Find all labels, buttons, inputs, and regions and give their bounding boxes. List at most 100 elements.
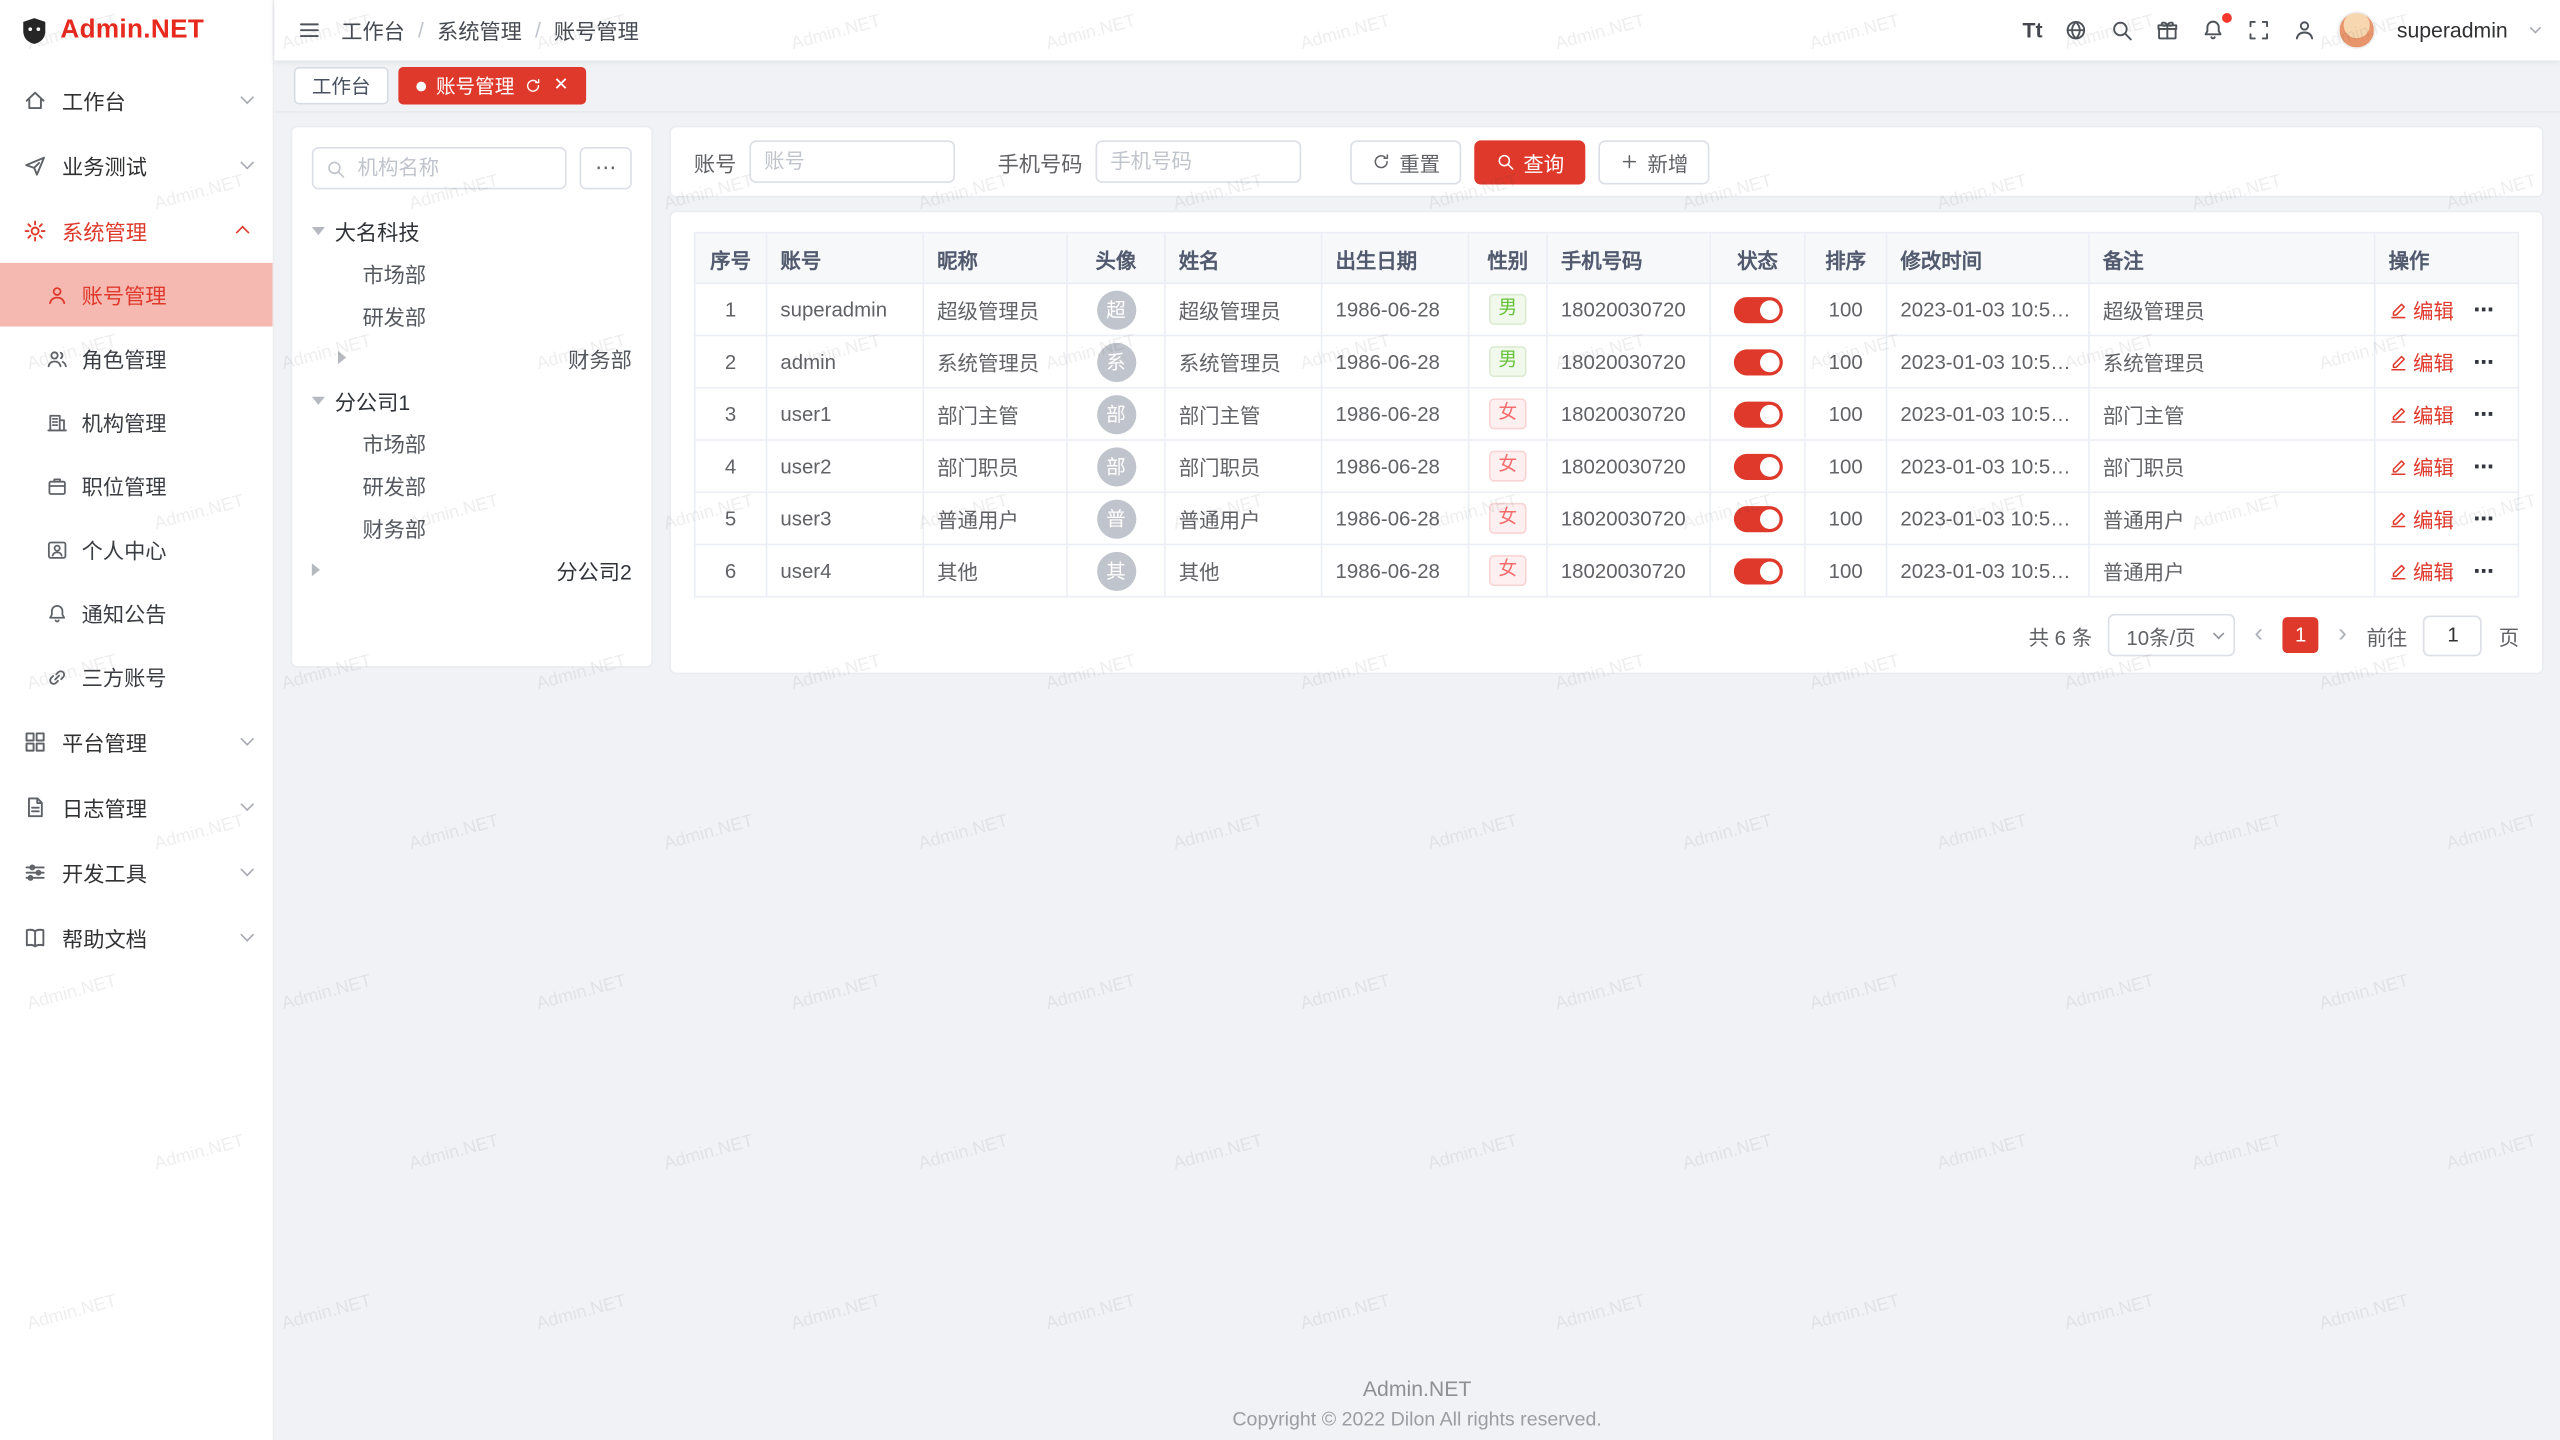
edit-button[interactable]: 编辑: [2389, 503, 2454, 534]
org-search-input[interactable]: [312, 147, 567, 189]
tree-node-3[interactable]: 财务部: [312, 336, 632, 378]
font-size-icon[interactable]: Tt: [2022, 18, 2042, 42]
chevron-down-icon: [2213, 627, 2225, 639]
tab-close-icon[interactable]: ✕: [554, 77, 569, 95]
status-toggle[interactable]: [1733, 505, 1782, 531]
sidebar-item-6[interactable]: 帮助文档: [0, 904, 273, 969]
org-more-button[interactable]: ⋯: [580, 147, 632, 189]
sidebar-subitem-2-2[interactable]: 机构管理: [0, 390, 273, 454]
status-toggle[interactable]: [1733, 296, 1782, 322]
edit-button[interactable]: 编辑: [2389, 294, 2454, 325]
caret-right-icon[interactable]: [312, 563, 547, 576]
search-button[interactable]: 查询: [1474, 140, 1585, 184]
sidebar-subitem-2-3[interactable]: 职位管理: [0, 454, 273, 518]
edit-button[interactable]: 编辑: [2389, 346, 2454, 377]
tree-node-7[interactable]: 财务部: [312, 506, 632, 548]
main-panel: 账号 手机号码 重置 查询 新增: [669, 126, 2543, 675]
notification-bell[interactable]: [2201, 18, 2225, 42]
page-1-button[interactable]: 1: [2283, 617, 2319, 653]
sidebar-item-5[interactable]: 开发工具: [0, 839, 273, 904]
sidebar-item-3[interactable]: 平台管理: [0, 709, 273, 774]
tree-node-4[interactable]: 分公司1: [312, 379, 632, 421]
sidebar-item-0[interactable]: 工作台: [0, 67, 273, 132]
sidebar-item-label: 日志管理: [62, 791, 147, 822]
more-actions-button[interactable]: ⋯: [2473, 402, 2495, 426]
theme-icon[interactable]: [2155, 18, 2179, 42]
fullscreen-icon[interactable]: [2247, 18, 2271, 42]
add-button[interactable]: 新增: [1598, 140, 1709, 184]
tree-node-8[interactable]: 分公司2: [312, 549, 632, 591]
breadcrumb-item-system[interactable]: 系统管理: [437, 15, 522, 46]
more-actions-button[interactable]: ⋯: [2473, 558, 2495, 582]
prev-page-button[interactable]: ‹: [2251, 622, 2266, 648]
profile-icon: [46, 538, 69, 561]
breadcrumb-item-workbench[interactable]: 工作台: [341, 15, 405, 46]
tab-refresh-icon[interactable]: [524, 77, 542, 95]
language-icon[interactable]: [2064, 18, 2088, 42]
gender-tag: 女: [1489, 398, 1527, 429]
sidebar-subitem-2-1[interactable]: 角色管理: [0, 327, 273, 391]
gender-tag: 女: [1489, 555, 1527, 586]
caret-right-icon[interactable]: [338, 351, 558, 364]
sidebar-subitem-2-6[interactable]: 三方账号: [0, 645, 273, 709]
sidebar-item-1[interactable]: 业务测试: [0, 132, 273, 197]
tree-node-1[interactable]: 市场部: [312, 251, 632, 293]
cell-avatar: 其: [1067, 544, 1165, 596]
search-icon[interactable]: [2109, 18, 2133, 42]
tab-workbench[interactable]: 工作台: [294, 67, 389, 105]
account-input[interactable]: [749, 140, 955, 182]
tab-label: 账号管理: [436, 72, 514, 100]
more-actions-button[interactable]: ⋯: [2473, 349, 2495, 373]
tree-node-label: 财务部: [362, 512, 426, 543]
footer-title: Admin.NET: [274, 1376, 2560, 1400]
user-avatar[interactable]: [2338, 11, 2376, 49]
reset-button[interactable]: 重置: [1350, 140, 1461, 184]
edit-button[interactable]: 编辑: [2389, 451, 2454, 482]
page-size-select[interactable]: 10条/页: [2108, 614, 2234, 656]
cell-nickname: 部门职员: [923, 440, 1067, 492]
tree-node-6[interactable]: 研发部: [312, 464, 632, 506]
sidebar-item-2[interactable]: 系统管理: [0, 198, 273, 263]
sidebar-subitem-2-4[interactable]: 个人中心: [0, 518, 273, 582]
goto-page-input[interactable]: [2424, 615, 2483, 656]
sidebar-item-4[interactable]: 日志管理: [0, 774, 273, 839]
cell-birthdate: 1986-06-28: [1322, 388, 1469, 440]
caret-down-icon[interactable]: [312, 396, 325, 404]
breadcrumb: 工作台 / 系统管理 / 账号管理: [341, 15, 639, 46]
tab-account-management[interactable]: 账号管理 ✕: [398, 67, 586, 105]
status-toggle[interactable]: [1733, 558, 1782, 584]
status-toggle[interactable]: [1733, 401, 1782, 427]
cell-nickname: 系统管理员: [923, 336, 1067, 388]
tree-node-5[interactable]: 市场部: [312, 421, 632, 463]
phone-input[interactable]: [1096, 140, 1302, 182]
next-page-button[interactable]: ›: [2335, 622, 2350, 648]
more-actions-button[interactable]: ⋯: [2473, 454, 2495, 478]
sidebar-subitem-2-5[interactable]: 通知公告: [0, 581, 273, 645]
cell-actions: 编辑 ⋯: [2375, 492, 2519, 544]
table-row-3: 3user1部门主管部部门主管1986-06-28女18020030720100…: [695, 388, 2519, 440]
chevron-down-icon: [240, 797, 254, 811]
hamburger-menu-icon[interactable]: [297, 18, 321, 42]
row-actions: 编辑 ⋯: [2389, 294, 2496, 325]
sidebar-subitem-label: 角色管理: [82, 343, 167, 374]
tree-node-0[interactable]: 大名科技: [312, 209, 632, 251]
cell-birthdate: 1986-06-28: [1322, 283, 1469, 335]
sidebar: Admin.NET 工作台业务测试系统管理账号管理角色管理机构管理职位管理个人中…: [0, 0, 274, 1440]
username[interactable]: superadmin: [2397, 18, 2508, 42]
status-toggle[interactable]: [1733, 453, 1782, 479]
logo[interactable]: Admin.NET: [0, 0, 273, 60]
profile-icon[interactable]: [2292, 18, 2316, 42]
edit-button[interactable]: 编辑: [2389, 398, 2454, 429]
edit-label: 编辑: [2413, 555, 2454, 586]
tree-node-2[interactable]: 研发部: [312, 294, 632, 336]
more-actions-button[interactable]: ⋯: [2473, 297, 2495, 321]
status-toggle[interactable]: [1733, 349, 1782, 375]
filter-bar: 账号 手机号码 重置 查询 新增: [669, 126, 2543, 198]
cell-status: [1710, 492, 1805, 544]
sidebar-subitem-2-0[interactable]: 账号管理: [0, 263, 273, 327]
edit-button[interactable]: 编辑: [2389, 555, 2454, 586]
column-header-2: 昵称: [923, 233, 1067, 284]
more-actions-button[interactable]: ⋯: [2473, 506, 2495, 530]
tree-node-label: 财务部: [568, 342, 632, 373]
caret-down-icon[interactable]: [312, 226, 325, 234]
